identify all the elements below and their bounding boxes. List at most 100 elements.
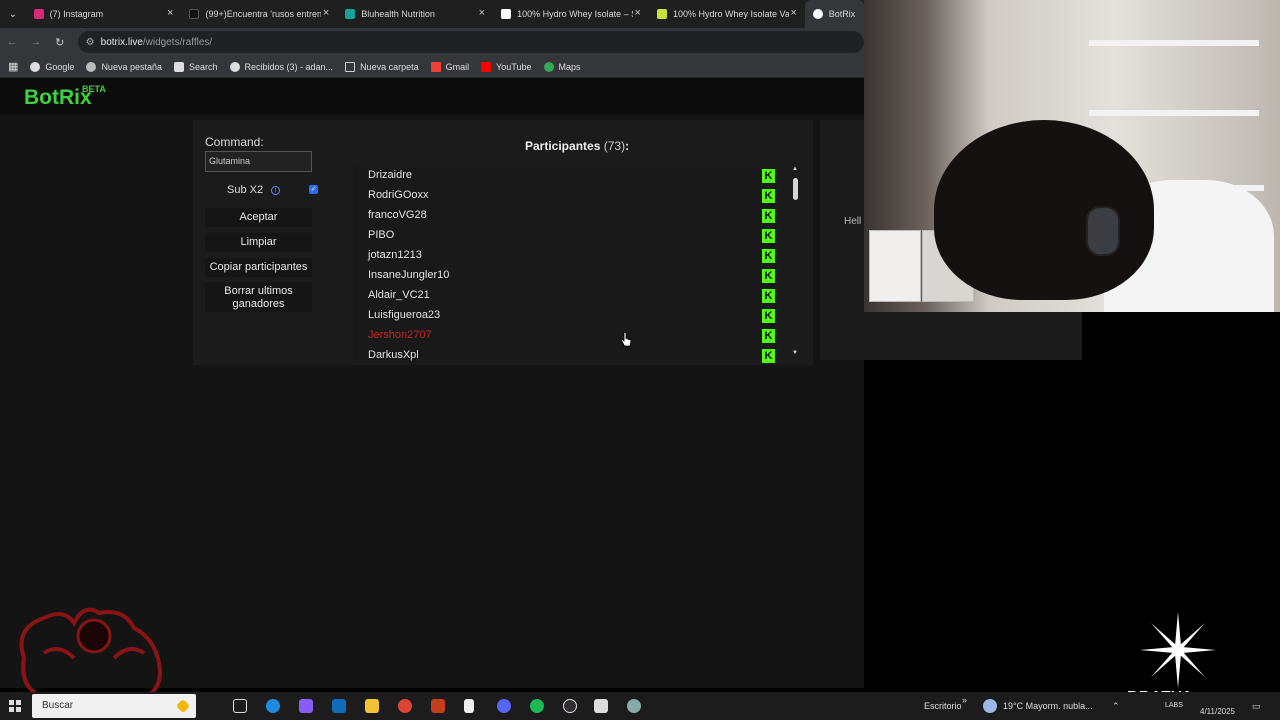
taskbar-search-box[interactable]: Buscar — [32, 694, 196, 718]
bookmark-label: Maps — [558, 61, 581, 72]
document-icon[interactable] — [464, 699, 474, 713]
beta-badge: BETA — [82, 84, 106, 94]
participant-row[interactable]: DarkusXpl K — [353, 346, 778, 363]
tab-label: (7) Instagram — [49, 9, 104, 19]
close-tab-icon[interactable]: × — [479, 8, 485, 19]
kick-icon: K — [762, 349, 775, 363]
participant-row[interactable]: Aldair_VC21 K — [353, 286, 778, 306]
kick-icon: K — [762, 169, 775, 183]
command-label: Command: — [205, 135, 264, 149]
apps-grid-icon[interactable]: ▦ — [8, 60, 18, 73]
chevron-icon[interactable]: » — [962, 686, 967, 714]
kick-icon: K — [762, 229, 775, 243]
close-tab-icon[interactable]: × — [167, 8, 173, 19]
bookmark-google[interactable]: Google — [30, 61, 74, 72]
participant-name: jotazn1213 — [368, 249, 422, 261]
site-settings-icon[interactable]: ⚙ — [86, 37, 95, 48]
botrix-icon — [812, 9, 823, 19]
participants-list[interactable]: Drizaidre K RodriGOoxx K francoVG28 K PIBO K… — [353, 166, 778, 363]
bookmark-inbox[interactable]: Recibidos (3) - adan... — [229, 61, 333, 72]
tab-botrix[interactable]: BotRix — [804, 0, 865, 28]
gmail-icon — [430, 61, 441, 72]
close-tab-icon[interactable]: × — [635, 8, 641, 19]
tab-hydro-whey-2[interactable]: 100% Hydro Whey Isolate Vani × — [649, 0, 805, 28]
accept-button[interactable]: Aceptar — [205, 208, 312, 227]
participant-row[interactable]: jotazn1213 K — [353, 246, 778, 266]
kick-icon: K — [762, 309, 775, 323]
participant-row[interactable]: PIBO K — [353, 226, 778, 246]
bookmark-new-tab[interactable]: Nueva pestaña — [86, 61, 162, 72]
info-icon[interactable]: i — [271, 186, 280, 195]
kick-icon: K — [762, 209, 775, 223]
bookmarks-bar: ▦ Google Nueva pestaña Search Recibidos … — [0, 56, 864, 78]
scroll-up-arrow[interactable]: ▲ — [792, 166, 798, 172]
weather-text[interactable]: 19°C Mayorm. nubla... — [1003, 692, 1093, 720]
copilot-icon[interactable] — [299, 699, 313, 713]
tab-search-menu-icon[interactable]: ⌄ — [0, 0, 26, 28]
bookmark-search[interactable]: Search — [173, 61, 218, 72]
participant-row[interactable]: RodriGOoxx K — [353, 186, 778, 206]
file-explorer-icon[interactable] — [365, 699, 379, 713]
participant-row[interactable]: francoVG28 K — [353, 206, 778, 226]
participants-title: Participantes (73): — [525, 139, 629, 153]
address-bar[interactable]: ⚙ botrix.live/widgets/raffles/ — [77, 31, 865, 53]
windows-start-icon[interactable] — [9, 700, 21, 712]
command-input[interactable]: Glutamina — [205, 151, 312, 172]
headset-icon — [1086, 206, 1120, 256]
obs-icon[interactable] — [563, 699, 577, 713]
participant-name: francoVG28 — [368, 209, 427, 221]
bookmark-folder[interactable]: Nueva carpeta — [345, 61, 419, 72]
participant-name: Drizaidre — [368, 169, 413, 181]
close-tab-icon[interactable]: × — [323, 8, 329, 19]
browser-toolbar: ← → ↻ ⚙ botrix.live/widgets/raffles/ — [0, 28, 865, 56]
bookmark-label: Gmail — [445, 61, 470, 72]
participant-name: InsaneJungler10 — [368, 269, 450, 281]
url-path: /widgets/raffles/ — [142, 36, 213, 48]
weather-cloud-icon — [983, 699, 997, 713]
bookmark-label: Nueva carpeta — [360, 61, 419, 72]
person-head — [934, 120, 1154, 300]
bookmark-maps[interactable]: Maps — [543, 61, 581, 72]
taskbar-date[interactable]: 4/11/2025 — [1200, 706, 1235, 717]
participant-row[interactable]: Luisfigueroa23 K — [353, 306, 778, 326]
delete-last-winners-button[interactable]: Borrar ultimos ganadores — [205, 282, 312, 312]
bookmark-youtube[interactable]: YouTube — [481, 61, 532, 72]
forward-icon[interactable]: → — [24, 36, 48, 48]
scroll-down-arrow[interactable]: ▼ — [792, 350, 798, 356]
edge-icon[interactable] — [266, 699, 280, 713]
tab-hydro-whey-1[interactable]: 100% Hydro Whey Isolate – Su × — [493, 0, 649, 28]
outlook-icon[interactable] — [332, 699, 346, 713]
tab-instagram[interactable]: (7) Instagram × — [26, 0, 182, 28]
desktop-label[interactable]: Escritorio — [924, 692, 962, 720]
scroll-thumb[interactable] — [793, 178, 798, 200]
reload-icon[interactable]: ↻ — [48, 36, 72, 49]
app-icon[interactable] — [627, 699, 641, 713]
notification-icon[interactable]: ▭ — [1252, 692, 1261, 720]
clear-button[interactable]: Limpiar — [205, 233, 312, 252]
task-view-icon[interactable] — [233, 699, 247, 713]
sub-x2-checkbox[interactable]: ✓ — [309, 185, 318, 194]
close-tab-icon[interactable]: × — [790, 8, 796, 19]
participant-row-winner[interactable]: Jershon2707 K — [353, 326, 778, 346]
tab-tiktok[interactable]: (99+)Encuentra 'rusos entrenan × — [181, 0, 337, 28]
participant-name: DarkusXpl — [368, 349, 419, 361]
participant-row[interactable]: Drizaidre K — [353, 166, 778, 186]
tray-expand-icon[interactable]: ⌃ — [1112, 692, 1120, 720]
globe-icon — [86, 61, 97, 72]
browser-tab-bar: ⌄ (7) Instagram × (99+)Encuentra 'rusos … — [0, 0, 865, 28]
bookmark-gmail[interactable]: Gmail — [430, 61, 470, 72]
powerpoint-icon[interactable] — [431, 699, 445, 713]
participant-row[interactable]: InsaneJungler10 K — [353, 266, 778, 286]
folder-icon — [345, 61, 356, 72]
participants-scrollbar[interactable]: ▲ ▼ — [792, 166, 800, 360]
chrome-icon[interactable] — [398, 699, 412, 713]
kick-icon: K — [762, 289, 775, 303]
kick-icon: K — [762, 269, 775, 283]
back-icon[interactable]: ← — [0, 36, 24, 48]
discord-icon[interactable] — [497, 699, 511, 713]
copy-participants-button[interactable]: Copiar participantes — [205, 258, 312, 277]
tab-bluhealth[interactable]: Bluhealth Nutrition × — [337, 0, 493, 28]
app-window-icon[interactable] — [594, 699, 608, 713]
spotify-icon[interactable] — [530, 699, 544, 713]
kick-icon: K — [762, 249, 775, 263]
